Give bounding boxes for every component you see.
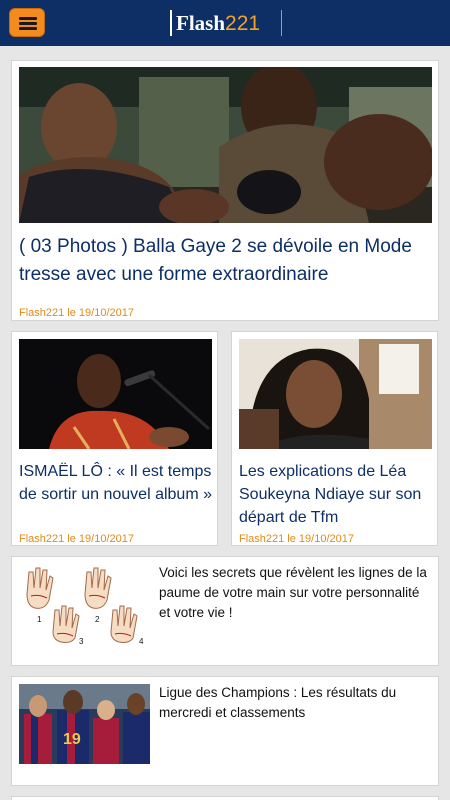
article-image[interactable] (19, 67, 432, 223)
site-logo[interactable]: Flash221 (170, 10, 282, 36)
article-card[interactable]: 1 2 3 4 Voici les secrets que révèlent l… (11, 556, 439, 666)
palm-number-label: 3 (79, 637, 84, 644)
article-date: Flash221 le 19/10/2017 (239, 533, 354, 545)
palm-number-label: 2 (95, 615, 100, 624)
menu-icon-line (19, 27, 37, 30)
logo-text-flash: Flash (176, 11, 226, 35)
article-date: Flash221 le 19/10/2017 (19, 533, 134, 545)
article-image[interactable] (19, 339, 212, 449)
article-title[interactable]: Ligue des Champions : Les résultats du m… (159, 683, 431, 723)
article-date: Flash221 le 19/10/2017 (19, 307, 134, 319)
article-card[interactable]: 19 Ligue des Champions : Les résultats d… (11, 676, 439, 786)
article-title[interactable]: ( 03 Photos ) Balla Gaye 2 se dévoile en… (19, 233, 429, 289)
article-card[interactable]: ISMAËL LÔ : « Il est temps de sortir un … (11, 331, 218, 546)
menu-icon-line (19, 17, 37, 20)
palm-number-label: 1 (37, 615, 42, 624)
article-card[interactable] (11, 796, 439, 800)
svg-text:19: 19 (63, 731, 81, 748)
top-app-bar: Flash221 (0, 0, 450, 46)
featured-article-card[interactable]: ( 03 Photos ) Balla Gaye 2 se dévoile en… (11, 60, 439, 321)
article-title[interactable]: ISMAËL LÔ : « Il est temps de sortir un … (19, 460, 215, 506)
article-image[interactable] (239, 339, 432, 449)
article-title[interactable]: Les explications de Léa Soukeyna Ndiaye … (239, 460, 435, 529)
article-title[interactable]: Voici les secrets que révèlent les ligne… (159, 563, 431, 623)
palm-number-label: 4 (139, 637, 144, 644)
article-card[interactable]: Les explications de Léa Soukeyna Ndiaye … (231, 331, 438, 546)
article-thumbnail[interactable]: 19 (19, 684, 150, 764)
logo-text-221: 221 (225, 12, 261, 35)
article-thumbnail[interactable]: 1 2 3 4 (19, 564, 150, 644)
menu-icon-line (19, 22, 37, 25)
hamburger-menu-button[interactable] (9, 8, 45, 37)
